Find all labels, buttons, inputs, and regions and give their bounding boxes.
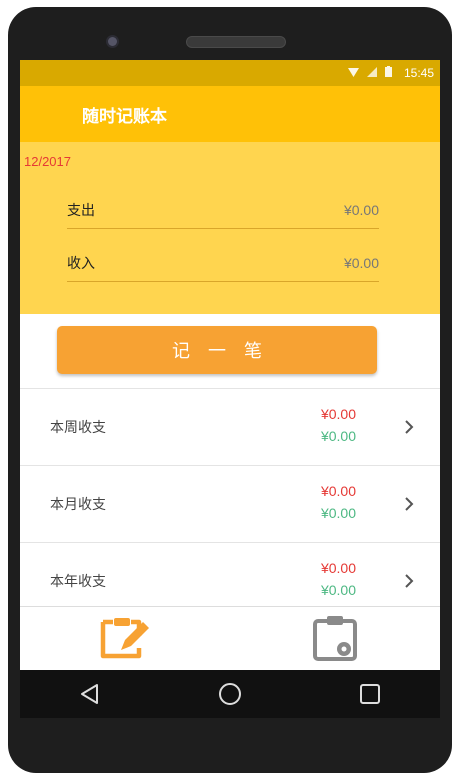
app-screen: 15:45 随时记账本 12/2017 支出 ¥0.00 收入 ¥0.00 记一… — [20, 60, 440, 670]
speaker-grille — [186, 36, 286, 48]
summary-date[interactable]: 12/2017 — [24, 154, 71, 169]
status-time: 15:45 — [403, 66, 434, 80]
period-income: ¥0.00 — [320, 505, 356, 521]
expense-label: 支出 — [67, 203, 95, 219]
bottom-tab-bar — [20, 606, 440, 670]
period-label: 本月收支 — [50, 497, 106, 513]
signal-icon — [366, 66, 377, 80]
wifi-icon — [347, 67, 359, 80]
expense-amount: ¥0.00 — [343, 202, 379, 218]
edit-record-icon — [99, 614, 151, 664]
period-expense: ¥0.00 — [320, 406, 356, 422]
app-title: 随时记账本 — [82, 106, 167, 127]
back-icon[interactable] — [60, 674, 120, 714]
period-values: ¥0.00 ¥0.00 — [321, 403, 356, 447]
period-label: 本周收支 — [50, 420, 106, 436]
recents-icon[interactable] — [340, 674, 400, 714]
status-bar: 15:45 — [20, 60, 440, 86]
clipboard-settings-icon — [310, 613, 360, 665]
android-nav-bar — [20, 670, 440, 718]
income-row: 收入 ¥0.00 — [67, 245, 379, 282]
period-expense: ¥0.00 — [320, 560, 356, 576]
expense-row: 支出 ¥0.00 — [67, 192, 379, 229]
period-values: ¥0.00 ¥0.00 — [321, 480, 356, 524]
period-expense: ¥0.00 — [320, 483, 356, 499]
tab-record[interactable] — [20, 607, 230, 670]
period-income: ¥0.00 — [320, 582, 356, 598]
income-amount: ¥0.00 — [343, 255, 379, 271]
income-label: 收入 — [67, 256, 95, 272]
app-bar: 随时记账本 — [20, 86, 440, 142]
tab-settings[interactable] — [230, 607, 440, 670]
camera-icon — [108, 37, 117, 46]
record-entry-button[interactable]: 记一笔 — [57, 326, 377, 374]
period-item-month[interactable]: 本月收支 ¥0.00 ¥0.00 — [20, 466, 440, 543]
record-section: 记一笔 — [20, 314, 440, 388]
period-income: ¥0.00 — [320, 428, 356, 444]
period-list: 本周收支 ¥0.00 ¥0.00 本月收支 ¥0.00 ¥0.00 本年收支 ¥… — [20, 388, 440, 620]
period-values: ¥0.00 ¥0.00 — [321, 557, 356, 601]
home-icon[interactable] — [200, 674, 260, 714]
chevron-right-icon — [404, 389, 414, 465]
period-item-week[interactable]: 本周收支 ¥0.00 ¥0.00 — [20, 389, 440, 466]
chevron-right-icon — [404, 466, 414, 542]
battery-icon — [384, 66, 392, 80]
month-summary: 12/2017 支出 ¥0.00 收入 ¥0.00 — [20, 142, 440, 314]
